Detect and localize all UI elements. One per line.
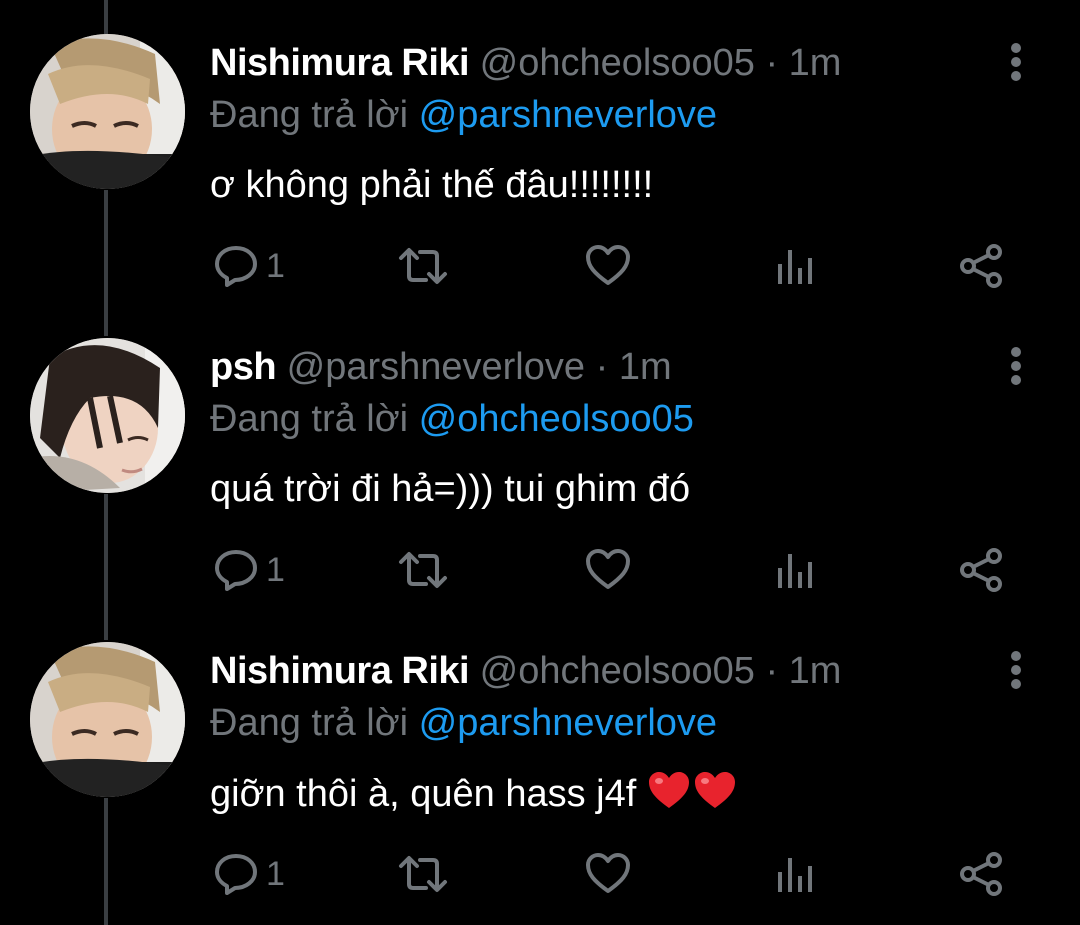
like-button[interactable] [584,542,632,598]
tweet-header: Nishimura Riki @ohcheolsoo05 · 1m [210,40,841,86]
bar-chart-icon [778,554,812,588]
share-button[interactable] [958,846,1006,902]
display-name[interactable]: Nishimura Riki [210,42,470,84]
action-bar: 1 [0,846,1080,902]
heart-icon [586,853,630,893]
heart-icon [586,549,630,589]
replying-to-label: Đang trả lời [210,398,409,440]
views-button[interactable] [776,542,816,598]
timestamp[interactable]: 1m [789,42,842,84]
replying-to-label: Đang trả lời [210,702,409,744]
more-options-button[interactable] [996,344,1036,388]
tweet-text: ơ không phải thế đâu!!!!!!!! [210,162,653,208]
mention-link[interactable]: @parshneverlove [419,702,717,744]
emoji-hearts [647,772,739,815]
tweet-header: Nishimura Riki @ohcheolsoo05 · 1m [210,648,841,694]
vertical-ellipsis-icon [1011,347,1021,385]
share-icon [960,244,1002,288]
retweet-icon [399,248,447,284]
share-button[interactable] [958,542,1006,598]
reply-button[interactable]: 1 [212,542,285,598]
more-options-button[interactable] [996,648,1036,692]
replying-to: Đang trả lời @parshneverlove [210,700,717,746]
share-icon [960,548,1002,592]
display-name[interactable]: Nishimura Riki [210,650,470,692]
views-button[interactable] [776,846,816,902]
retweet-icon [399,552,447,588]
reply-count: 1 [266,247,285,285]
retweet-button[interactable] [396,542,450,598]
mention-link[interactable]: @parshneverlove [419,94,717,136]
like-button[interactable] [584,238,632,294]
share-icon [960,852,1002,896]
action-bar: 1 [0,542,1080,598]
heart-icon [586,245,630,285]
user-handle[interactable]: @ohcheolsoo05 [480,650,755,692]
separator-dot: · [765,650,779,692]
tweet[interactable]: Nishimura Riki @ohcheolsoo05 · 1m Đang t… [0,0,1080,303]
display-name[interactable]: psh [210,346,277,388]
bar-chart-icon [778,858,812,892]
action-bar: 1 [0,238,1080,294]
views-button[interactable] [776,238,816,294]
tweet-text-content: giỡn thôi à, quên hass j4f [210,773,647,815]
speech-bubble-icon [215,854,257,895]
retweet-icon [399,856,447,892]
timestamp[interactable]: 1m [789,650,842,692]
replying-to: Đang trả lời @parshneverlove [210,92,717,138]
replying-to: Đang trả lời @ohcheolsoo05 [210,396,694,442]
avatar[interactable] [30,338,185,493]
avatar[interactable] [30,642,185,797]
retweet-button[interactable] [396,846,450,902]
red-heart-emoji-icon [694,772,735,808]
replying-to-label: Đang trả lời [210,94,409,136]
avatar-photo [30,642,185,797]
separator-dot: · [595,346,609,388]
tweet[interactable]: psh @parshneverlove · 1m Đang trả lời @o… [0,304,1080,607]
tweet-text-content: ơ không phải thế đâu!!!!!!!! [210,164,654,206]
reply-count: 1 [266,551,285,589]
avatar-photo [30,34,185,189]
red-heart-emoji-icon [648,772,689,808]
reply-button[interactable]: 1 [212,846,285,902]
timestamp[interactable]: 1m [619,346,672,388]
like-button[interactable] [584,846,632,902]
speech-bubble-icon [215,550,257,591]
more-options-button[interactable] [996,40,1036,84]
bar-chart-icon [778,250,812,284]
avatar[interactable] [30,34,185,189]
vertical-ellipsis-icon [1011,651,1021,689]
speech-bubble-icon [215,246,257,287]
tweet-text-content: quá trời đi hả=))) tui ghim đó [210,468,691,510]
reply-count: 1 [266,855,285,893]
tweet-text: giỡn thôi à, quên hass j4f [210,770,739,817]
vertical-ellipsis-icon [1011,43,1021,81]
user-handle[interactable]: @parshneverlove [287,346,585,388]
reply-button[interactable]: 1 [212,238,285,294]
mention-link[interactable]: @ohcheolsoo05 [419,398,694,440]
tweet-text: quá trời đi hả=))) tui ghim đó [210,466,690,512]
retweet-button[interactable] [396,238,450,294]
tweet[interactable]: Nishimura Riki @ohcheolsoo05 · 1m Đang t… [0,608,1080,911]
separator-dot: · [765,42,779,84]
user-handle[interactable]: @ohcheolsoo05 [480,42,755,84]
tweet-header: psh @parshneverlove · 1m [210,344,672,390]
avatar-photo [30,338,185,493]
share-button[interactable] [958,238,1006,294]
